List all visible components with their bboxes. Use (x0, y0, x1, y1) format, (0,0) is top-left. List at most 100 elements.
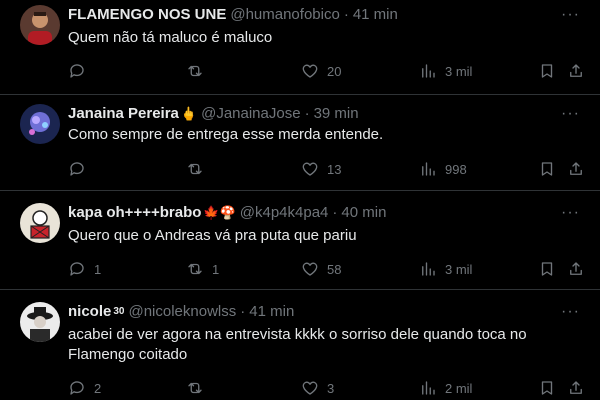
reply-count: 1 (94, 261, 102, 277)
reply-button[interactable] (68, 159, 94, 179)
like-button[interactable]: 58 (301, 259, 341, 279)
retweet-icon (188, 382, 202, 394)
bookmark-icon (541, 381, 553, 395)
view-count: 998 (445, 161, 467, 177)
separator-dot: · (343, 6, 349, 23)
display-name[interactable]: nicole (68, 302, 111, 322)
timestamp[interactable]: 41 min (249, 302, 294, 322)
like-count: 13 (327, 161, 342, 177)
views-button[interactable]: 3 mil (419, 259, 472, 279)
avatar[interactable] (20, 203, 60, 243)
like-button[interactable]: 20 (301, 61, 341, 81)
like-icon (302, 381, 318, 395)
tweet-text: Como sempre de entrega esse merda entend… (68, 126, 384, 143)
tweet-text: Quero que o Andreas vá pra puta que pari… (68, 227, 357, 244)
retweet-button[interactable] (186, 378, 212, 398)
share-button[interactable] (567, 378, 585, 398)
tweet-header: FLAMENGO NOS UNE @humanofobico · 41 min (68, 5, 398, 25)
tweet-header: kapa oh++++brabo 🍁🍄 @k4p4k4pa4 · 40 min (68, 203, 386, 223)
tweet-feed: FLAMENGO NOS UNE @humanofobico · 41 min … (0, 0, 600, 400)
views-button[interactable]: 3 mil (419, 61, 472, 81)
more-options-button[interactable]: ··· (561, 6, 580, 24)
tweet-text: acabei de ver agora na entrevista kkkk o… (68, 326, 527, 363)
handle[interactable]: @k4p4k4pa4 (240, 203, 329, 223)
like-button[interactable]: 3 (301, 378, 334, 398)
like-count: 58 (327, 261, 342, 277)
more-options-button[interactable]: ··· (561, 303, 580, 321)
share-icon (570, 381, 582, 394)
share-icon (570, 262, 582, 275)
reply-icon (70, 262, 84, 276)
views-icon (422, 381, 435, 395)
like-icon (302, 64, 318, 78)
bookmark-button[interactable] (538, 159, 556, 179)
name-emoji: 🖕 (180, 106, 198, 121)
tweet-text: Quem não tá maluco é maluco (68, 29, 273, 46)
share-icon (570, 64, 582, 77)
tweet-actions: 1 1 58 3 mil (68, 259, 586, 279)
retweet-icon (188, 263, 202, 275)
share-button[interactable] (567, 259, 585, 279)
display-name[interactable]: Janaina Pereira (68, 104, 179, 124)
like-icon (302, 162, 318, 176)
handle[interactable]: @JanainaJose (201, 104, 300, 124)
retweet-count: 1 (212, 261, 220, 277)
tweet-actions: 13 998 (68, 159, 586, 179)
reply-button[interactable]: 1 (68, 259, 101, 279)
bookmark-button[interactable] (538, 378, 556, 398)
retweet-button[interactable] (186, 61, 212, 81)
display-name[interactable]: FLAMENGO NOS UNE (68, 5, 226, 25)
tweet[interactable]: FLAMENGO NOS UNE @humanofobico · 41 min … (0, 0, 600, 95)
bookmark-button[interactable] (538, 259, 556, 279)
reply-button[interactable] (68, 61, 94, 81)
display-name[interactable]: kapa oh++++brabo (68, 203, 201, 223)
tweet-header: Janaina Pereira 🖕 @JanainaJose · 39 min (68, 104, 359, 124)
tweet-header: nicole 30 @nicoleknowlss · 41 min (68, 302, 294, 322)
share-button[interactable] (567, 159, 585, 179)
reply-icon (70, 162, 84, 176)
separator-dot: · (304, 105, 310, 122)
view-count: 3 mil (445, 63, 473, 79)
retweet-button[interactable] (186, 159, 212, 179)
view-count: 3 mil (445, 261, 473, 277)
retweet-icon (188, 65, 202, 77)
separator-dot: · (240, 303, 246, 320)
views-icon (422, 162, 435, 176)
reply-icon (70, 64, 84, 78)
views-button[interactable]: 2 mil (419, 378, 472, 398)
share-button[interactable] (567, 61, 585, 81)
tweet-actions: 20 3 mil (68, 61, 586, 81)
reply-button[interactable]: 2 (68, 378, 101, 398)
view-count: 2 mil (445, 380, 473, 396)
like-button[interactable]: 13 (301, 159, 341, 179)
tweet[interactable]: nicole 30 @nicoleknowlss · 41 min ··· ac… (0, 290, 600, 400)
retweet-icon (188, 163, 202, 175)
more-options-button[interactable]: ··· (561, 105, 580, 123)
handle[interactable]: @humanofobico (230, 5, 339, 25)
like-count: 3 (327, 380, 335, 396)
name-emoji: 🍁🍄 (203, 205, 236, 220)
avatar[interactable] (20, 302, 60, 342)
bookmark-icon (541, 64, 553, 78)
views-button[interactable]: 998 (419, 159, 467, 179)
avatar[interactable] (20, 104, 60, 144)
separator-dot: · (332, 204, 338, 221)
avatar[interactable] (20, 5, 60, 45)
tweet[interactable]: kapa oh++++brabo 🍁🍄 @k4p4k4pa4 · 40 min … (0, 191, 600, 290)
bookmark-button[interactable] (538, 61, 556, 81)
timestamp[interactable]: 41 min (353, 5, 398, 25)
retweet-button[interactable]: 1 (186, 259, 219, 279)
views-icon (422, 262, 435, 276)
handle[interactable]: @nicoleknowlss (128, 302, 236, 322)
views-icon (422, 64, 435, 78)
more-options-button[interactable]: ··· (561, 204, 580, 222)
reply-count: 2 (94, 380, 102, 396)
tweet-actions: 2 3 2 mil (68, 378, 586, 398)
reply-icon (70, 381, 84, 395)
name-superscript: 30 (113, 306, 125, 317)
like-count: 20 (327, 63, 342, 79)
share-icon (570, 162, 582, 175)
timestamp[interactable]: 40 min (341, 203, 386, 223)
tweet[interactable]: Janaina Pereira 🖕 @JanainaJose · 39 min … (0, 95, 600, 191)
timestamp[interactable]: 39 min (314, 104, 359, 124)
